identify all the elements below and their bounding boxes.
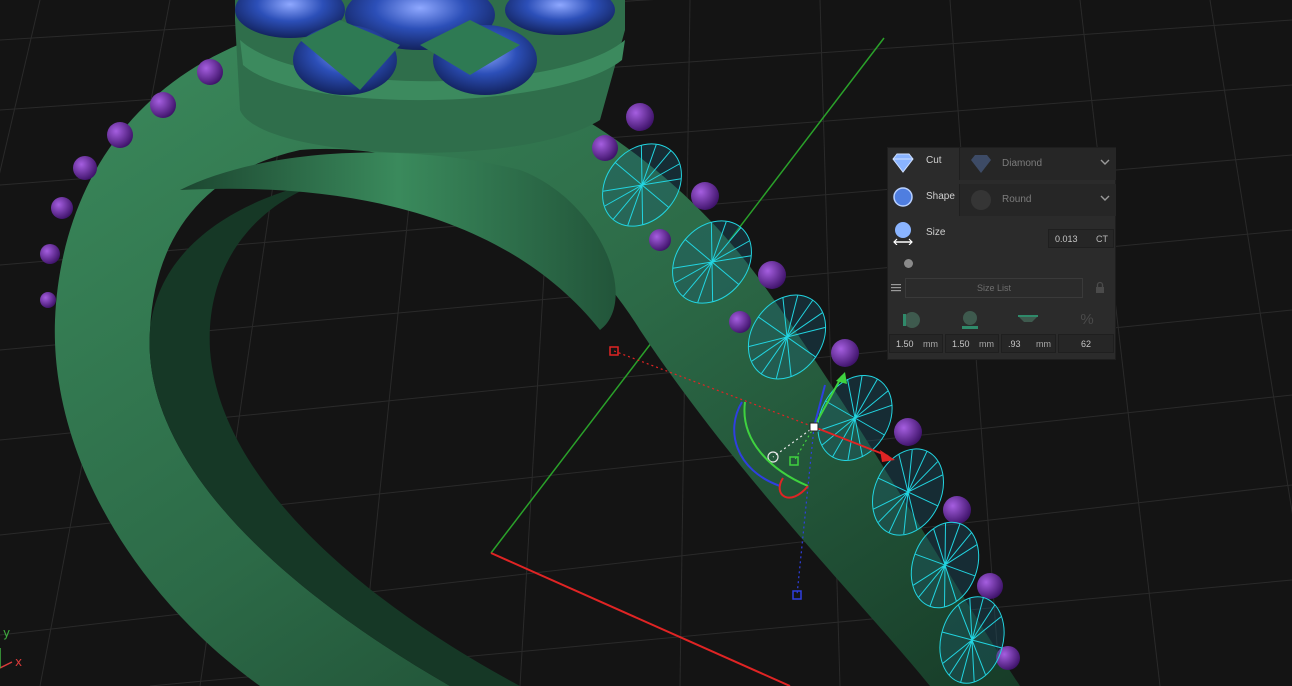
shape-value: Round xyxy=(1002,194,1032,205)
axis-indicator xyxy=(0,648,13,669)
cut-value: Diamond xyxy=(1002,158,1043,169)
shape-label: Shape xyxy=(926,191,955,202)
diameter-value: 1.50 xyxy=(896,339,914,349)
size-slider-handle[interactable] xyxy=(904,259,913,268)
size-icon xyxy=(893,222,913,245)
diamond-cut-icon xyxy=(892,153,914,173)
round-shape-icon xyxy=(971,190,991,210)
size-value: 0.013 xyxy=(1055,234,1078,244)
gizmo-x-arrowhead[interactable] xyxy=(880,450,895,462)
size-list-button[interactable]: Size List xyxy=(905,278,1083,298)
shape-dropdown[interactable]: Round xyxy=(959,184,1116,216)
depth-field[interactable]: .93 mm xyxy=(1001,334,1056,353)
round-shape-icon xyxy=(893,187,913,207)
width-value: 1.50 xyxy=(952,339,970,349)
diameter-icon xyxy=(903,312,920,328)
depth-value: .93 xyxy=(1008,339,1021,349)
percent-field[interactable]: 62 xyxy=(1058,334,1114,353)
chevron-down-icon xyxy=(1100,159,1110,165)
cut-dropdown[interactable]: Diamond xyxy=(959,148,1116,180)
diamond-cut-icon xyxy=(971,155,991,173)
percent-value: 62 xyxy=(1081,339,1092,349)
cut-label: Cut xyxy=(926,155,942,166)
cut-row: Cut Diamond xyxy=(888,148,1117,182)
size-unit: CT xyxy=(1096,234,1108,244)
world-x-axis-line xyxy=(490,552,791,686)
lock-icon[interactable] xyxy=(1094,281,1106,294)
chevron-down-icon xyxy=(1100,195,1110,201)
percent-icon: % xyxy=(1080,311,1094,328)
gem-properties-panel: Cut Diamond Shape Round Size 0.013 CT Si… xyxy=(887,147,1116,360)
width-field[interactable]: 1.50 mm xyxy=(945,334,999,353)
list-icon xyxy=(891,284,901,292)
width-unit: mm xyxy=(979,339,994,349)
diameter-unit: mm xyxy=(923,339,938,349)
width-icon xyxy=(962,311,978,329)
depth-icon xyxy=(1018,315,1038,322)
axis-label-x: x xyxy=(15,655,23,669)
gizmo-center-handle[interactable] xyxy=(809,422,819,432)
axis-label-y: y xyxy=(3,626,11,640)
depth-unit: mm xyxy=(1036,339,1051,349)
size-label: Size xyxy=(926,227,946,238)
diameter-field[interactable]: 1.50 mm xyxy=(889,334,943,353)
shape-row: Shape Round xyxy=(888,182,1117,216)
size-input[interactable]: 0.013 CT xyxy=(1048,229,1114,248)
